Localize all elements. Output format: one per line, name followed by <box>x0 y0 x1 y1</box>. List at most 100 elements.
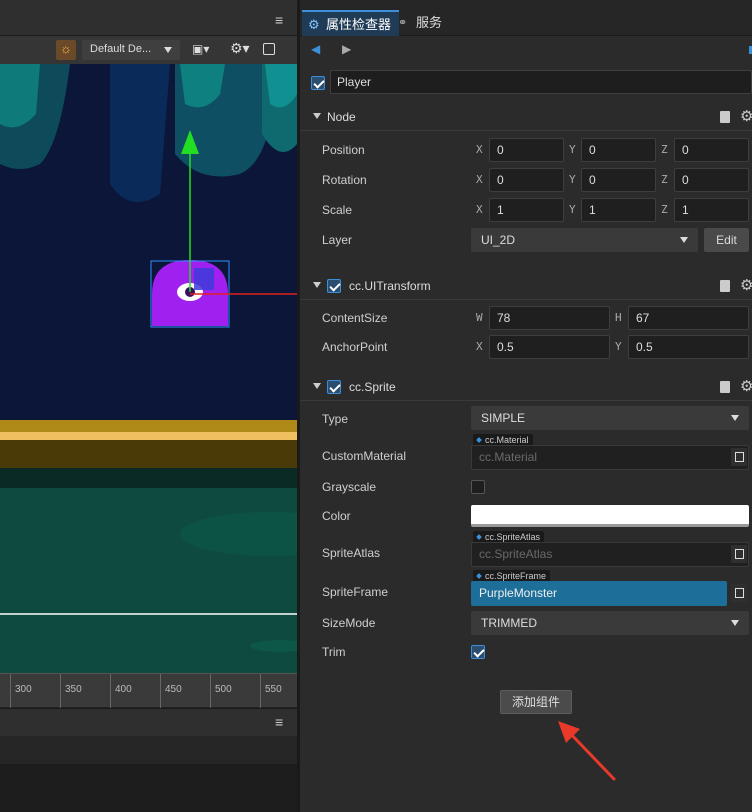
sizemode-label: SizeMode <box>322 616 376 630</box>
position-y-field[interactable]: 0 <box>581 138 656 162</box>
panel-menu-icon[interactable]: ≡ <box>275 12 283 28</box>
node-active-checkbox[interactable] <box>311 76 325 90</box>
scene-ruler: 300 350 400 450 500 550 <box>0 673 297 708</box>
sizemode-select[interactable]: TRIMMED <box>471 611 749 635</box>
anchorpoint-y-field[interactable]: 0.5 <box>628 335 749 359</box>
sprite-enabled-checkbox[interactable] <box>327 380 341 394</box>
axis-x-label: X <box>476 340 483 353</box>
grayscale-checkbox[interactable] <box>471 480 485 494</box>
color-label: Color <box>322 509 351 523</box>
collapse-arrow-icon[interactable] <box>313 282 321 288</box>
grid-icon[interactable] <box>262 40 278 60</box>
spriteatlas-field[interactable]: cc.SpriteAtlas <box>471 542 749 567</box>
contentsize-w-field[interactable]: 78 <box>489 306 610 330</box>
layer-edit-button[interactable]: Edit <box>704 228 749 252</box>
scene-panel: ≡ ☼ Default De... ▣▾ ⚙▾ 300 350 400 450 … <box>0 0 297 812</box>
scene-canvas <box>0 64 297 673</box>
section-uitransform[interactable]: cc.UITransform ⚙ <box>300 272 752 300</box>
rotation-z-field[interactable]: 0 <box>674 168 749 192</box>
back-arrow-icon[interactable]: ◀ <box>311 42 320 56</box>
node-name-input[interactable]: Player <box>330 70 752 94</box>
inspector-panel: ⚙ 属性检查器 ⚭ 服务 ◀ ▶ Player Node ⚙ Position … <box>300 0 752 812</box>
hamburger-icon[interactable]: ≡ <box>275 714 283 730</box>
collapse-arrow-icon[interactable] <box>313 113 321 119</box>
scene-toolbar: ☼ Default De... ▣▾ ⚙▾ <box>0 36 297 64</box>
trim-checkbox[interactable] <box>471 645 485 659</box>
link-icon: ⚭ <box>398 17 408 29</box>
axis-y-label: Y <box>569 173 576 186</box>
type-select[interactable]: SIMPLE <box>471 406 749 430</box>
anchorpoint-label: AnchorPoint <box>322 340 388 354</box>
layer-select[interactable]: UI_2D <box>471 228 698 252</box>
tab-inspector[interactable]: ⚙ 属性检查器 <box>302 10 400 36</box>
custommaterial-asset[interactable]: cc.Material cc.Material <box>471 434 749 472</box>
collapse-arrow-icon[interactable] <box>313 383 321 389</box>
rotation-x-field[interactable]: 0 <box>489 168 564 192</box>
gear-icon: ⚙ <box>308 17 320 32</box>
scale-y-field[interactable]: 1 <box>581 198 656 222</box>
ruler-tick <box>210 674 211 708</box>
ruler-label: 550 <box>265 684 282 695</box>
spriteatlas-label: SpriteAtlas <box>322 546 381 560</box>
scale-z-field[interactable]: 1 <box>674 198 749 222</box>
chevron-down-icon <box>731 620 739 626</box>
axis-x-label: X <box>476 173 483 186</box>
ruler-label: 450 <box>165 684 182 695</box>
book-icon[interactable] <box>720 280 730 292</box>
axis-h-label: H <box>615 311 622 324</box>
position-z-field[interactable]: 0 <box>674 138 749 162</box>
asset-picker-icon[interactable] <box>731 448 747 466</box>
axis-w-label: W <box>476 311 483 324</box>
add-component-button[interactable]: 添加组件 <box>500 690 572 714</box>
book-icon[interactable] <box>720 381 730 393</box>
tab-services[interactable]: ⚭ 服务 <box>392 10 450 36</box>
book-icon[interactable] <box>720 111 730 123</box>
scene-viewport[interactable] <box>0 64 297 673</box>
ruler-tick <box>260 674 261 708</box>
scale-label: Scale <box>322 203 353 217</box>
sizemode-value: TRIMMED <box>481 616 537 630</box>
ruler-label: 300 <box>15 684 32 695</box>
scale-x-field[interactable]: 1 <box>489 198 564 222</box>
asset-picker-icon[interactable] <box>731 545 747 563</box>
spriteframe-asset[interactable]: cc.SpriteFrame PurpleMonster <box>471 570 749 608</box>
axis-x-label: X <box>476 203 483 216</box>
tab-label: 属性检查器 <box>326 17 392 32</box>
asset-picker-icon[interactable] <box>731 584 747 602</box>
chevron-down-icon <box>731 415 739 421</box>
forward-arrow-icon[interactable]: ▶ <box>342 42 351 56</box>
spriteatlas-asset[interactable]: cc.SpriteAtlas cc.SpriteAtlas <box>471 531 749 569</box>
camera-select[interactable]: Default De... <box>82 40 180 60</box>
uitransform-enabled-checkbox[interactable] <box>327 279 341 293</box>
scene-header: ≡ <box>0 0 297 36</box>
type-label: Type <box>322 412 349 426</box>
gear-icon[interactable]: ⚙ <box>740 107 752 125</box>
section-sprite[interactable]: cc.Sprite ⚙ <box>300 373 752 401</box>
axis-z-label: Z <box>661 173 668 186</box>
spriteframe-field[interactable]: PurpleMonster <box>471 581 727 606</box>
chevron-down-icon <box>680 237 688 243</box>
annotation-arrow-icon <box>558 721 616 781</box>
gear-icon[interactable]: ⚙ <box>740 377 752 395</box>
layer-label: Layer <box>322 233 353 247</box>
axis-y-label: Y <box>615 340 622 353</box>
section-title: cc.Sprite <box>349 380 396 394</box>
color-swatch[interactable] <box>471 505 749 527</box>
section-node[interactable]: Node ⚙ <box>300 103 752 131</box>
rotation-y-field[interactable]: 0 <box>581 168 656 192</box>
custommaterial-field[interactable]: cc.Material <box>471 445 749 470</box>
contentsize-h-field[interactable]: 67 <box>628 306 749 330</box>
gear-icon[interactable]: ⚙ <box>740 276 752 294</box>
custommaterial-label: CustomMaterial <box>322 449 407 463</box>
console-header: ≡ <box>0 708 297 736</box>
sun-icon[interactable]: ☼ <box>56 40 76 60</box>
tab-label: 服务 <box>416 15 443 30</box>
gear-icon[interactable]: ⚙▾ <box>228 40 252 60</box>
rotation-label: Rotation <box>322 173 367 187</box>
position-x-field[interactable]: 0 <box>489 138 564 162</box>
anchorpoint-x-field[interactable]: 0.5 <box>489 335 610 359</box>
ruler-label: 400 <box>115 684 132 695</box>
camera-icon[interactable]: ▣▾ <box>190 40 214 60</box>
tab-bar: ⚙ 属性检查器 ⚭ 服务 <box>300 0 752 36</box>
section-title: cc.UITransform <box>349 279 431 293</box>
